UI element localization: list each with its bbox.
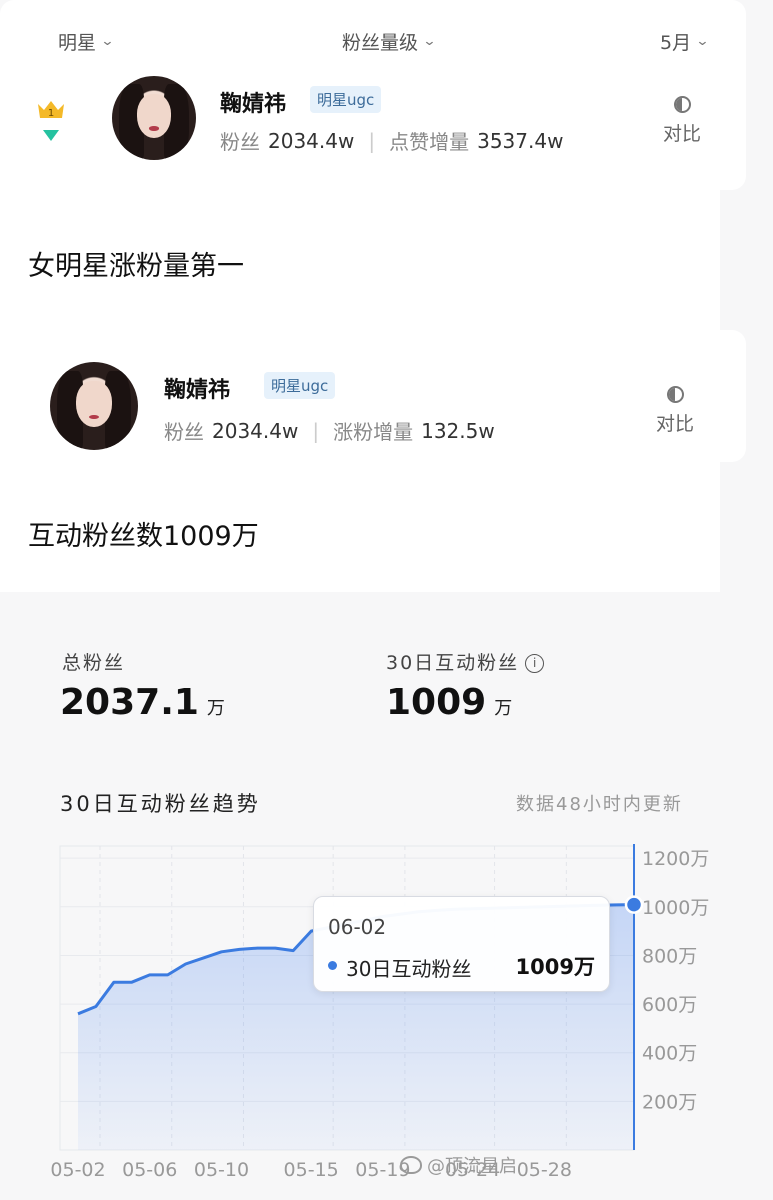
x-tick-label: 05-10 (194, 1159, 249, 1181)
x-tick-label: 05-02 (50, 1159, 105, 1181)
tooltip-date: 06-02 (328, 915, 387, 939)
y-tick-label: 800万 (642, 945, 697, 967)
highlight-point (624, 895, 644, 914)
watermark-text: @顶流星启 (427, 1156, 517, 1177)
weibo-icon (400, 1156, 422, 1174)
x-tick-label: 05-15 (284, 1159, 339, 1181)
y-tick-label: 200万 (642, 1091, 697, 1113)
series-dot-icon (328, 961, 337, 970)
interactive-fans-trend-chart[interactable]: 200万 400万 600万 800万 1000万 1200万 05-02 05-06 05-1… (0, 0, 773, 1200)
chart-tooltip: 06-02 30日互动粉丝 1009万 (313, 896, 610, 992)
y-tick-label: 400万 (642, 1043, 697, 1065)
tooltip-value: 1009万 (515, 955, 595, 979)
y-tick-label: 1200万 (642, 848, 709, 870)
y-tick-label: 1000万 (642, 897, 709, 919)
x-tick-label: 05-06 (122, 1159, 177, 1181)
tooltip-series-name: 30日互动粉丝 (346, 957, 472, 981)
x-tick-label: 05-28 (517, 1159, 572, 1181)
watermark: @顶流星启 (400, 1152, 517, 1178)
y-tick-label: 600万 (642, 994, 697, 1016)
